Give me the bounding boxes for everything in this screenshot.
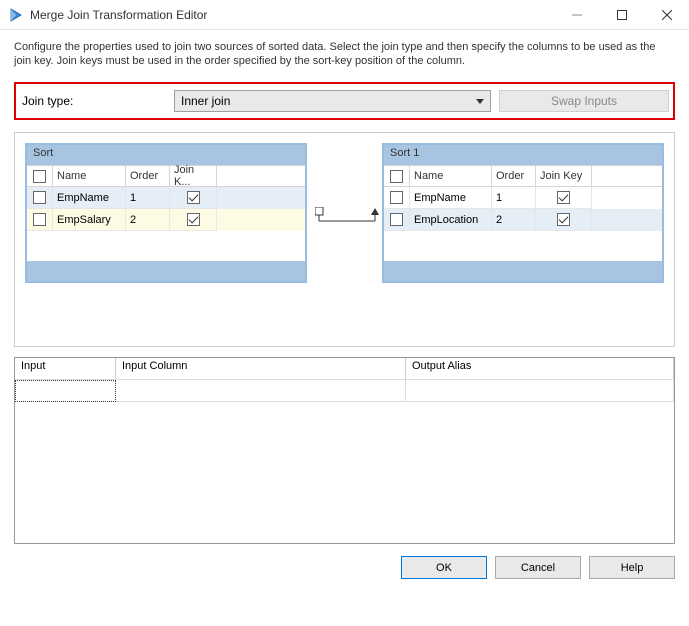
row-name: EmpName <box>53 187 126 209</box>
header-order[interactable]: Order <box>492 166 536 186</box>
row-joinkey-checkbox[interactable] <box>536 209 592 231</box>
output-mapping-grid[interactable]: Input Input Column Output Alias <box>14 357 675 544</box>
row-order: 2 <box>492 209 536 231</box>
table-row[interactable] <box>15 380 674 402</box>
jointype-row: Join type: Inner join Swap Inputs <box>14 82 675 120</box>
header-input[interactable]: Input <box>15 358 116 379</box>
header-name[interactable]: Name <box>410 166 492 186</box>
jointype-label: Join type: <box>20 94 170 108</box>
minimize-button[interactable] <box>554 0 599 29</box>
row-joinkey-checkbox[interactable] <box>170 209 217 231</box>
panels-area: Sort Name Order Join K... EmpName 1 EmpS… <box>14 132 675 347</box>
row-checkbox[interactable] <box>27 187 53 209</box>
input-column-cell[interactable] <box>116 380 406 402</box>
header-input-column[interactable]: Input Column <box>116 358 406 379</box>
header-joinkey[interactable]: Join Key <box>536 166 592 186</box>
maximize-button[interactable] <box>599 0 644 29</box>
dialog-buttons: OK Cancel Help <box>0 544 689 591</box>
output-alias-cell[interactable] <box>406 380 674 402</box>
header-joinkey[interactable]: Join K... <box>170 166 217 186</box>
header-order[interactable]: Order <box>126 166 170 186</box>
chevron-down-icon <box>476 99 484 104</box>
jointype-value: Inner join <box>181 94 230 108</box>
table-row[interactable]: EmpLocation 2 <box>384 209 662 231</box>
row-checkbox[interactable] <box>384 209 410 231</box>
row-joinkey-checkbox[interactable] <box>170 187 217 209</box>
connector-arrow-icon <box>315 207 383 229</box>
jointype-select[interactable]: Inner join <box>174 90 491 112</box>
close-button[interactable] <box>644 0 689 29</box>
row-checkbox[interactable] <box>27 209 53 231</box>
header-name[interactable]: Name <box>53 166 126 186</box>
output-grid-header: Input Input Column Output Alias <box>15 358 674 380</box>
row-name: EmpSalary <box>53 209 126 231</box>
row-checkbox[interactable] <box>384 187 410 209</box>
titlebar: Merge Join Transformation Editor <box>0 0 689 30</box>
app-icon <box>8 7 24 23</box>
table-row[interactable]: EmpName 1 <box>27 187 305 209</box>
select-all-checkbox[interactable] <box>384 166 410 186</box>
description-text: Configure the properties used to join tw… <box>14 40 675 68</box>
select-all-checkbox[interactable] <box>27 166 53 186</box>
table-row[interactable]: EmpName 1 <box>384 187 662 209</box>
sort-left-header: Name Order Join K... <box>27 165 305 187</box>
sort-right-panel[interactable]: Sort 1 Name Order Join Key EmpName 1 Emp… <box>382 143 664 283</box>
row-joinkey-checkbox[interactable] <box>536 187 592 209</box>
sort-right-header: Name Order Join Key <box>384 165 662 187</box>
input-cell[interactable] <box>15 380 116 402</box>
cancel-button[interactable]: Cancel <box>495 556 581 579</box>
row-name: EmpName <box>410 187 492 209</box>
ok-button[interactable]: OK <box>401 556 487 579</box>
row-name: EmpLocation <box>410 209 492 231</box>
swap-inputs-button: Swap Inputs <box>499 90 669 112</box>
row-order: 1 <box>126 187 170 209</box>
window-title: Merge Join Transformation Editor <box>30 8 554 22</box>
sort-left-title: Sort <box>33 147 53 159</box>
sort-right-title: Sort 1 <box>390 147 419 159</box>
sort-left-panel[interactable]: Sort Name Order Join K... EmpName 1 EmpS… <box>25 143 307 283</box>
help-button[interactable]: Help <box>589 556 675 579</box>
table-row[interactable]: EmpSalary 2 <box>27 209 305 231</box>
header-output-alias[interactable]: Output Alias <box>406 358 674 379</box>
row-order: 1 <box>492 187 536 209</box>
row-order: 2 <box>126 209 170 231</box>
